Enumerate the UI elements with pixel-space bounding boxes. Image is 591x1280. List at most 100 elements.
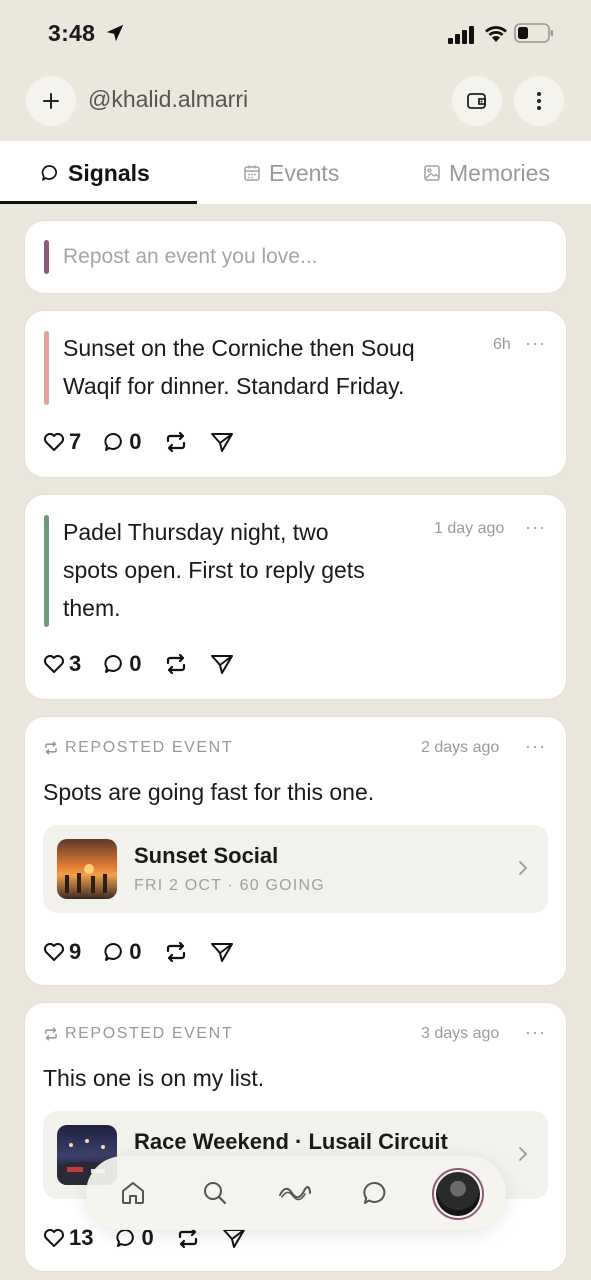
- tab-events[interactable]: Events: [243, 141, 339, 205]
- like-button[interactable]: 7: [43, 429, 81, 455]
- avatar: [436, 1172, 480, 1216]
- nav-signals[interactable]: [278, 1176, 312, 1210]
- status-time: 3:48: [48, 20, 96, 46]
- repost-caption: Spots are going fast for this one.: [43, 779, 375, 805]
- post-accent-bar: [44, 515, 49, 627]
- repost-icon: [166, 653, 185, 675]
- comment-icon: [104, 655, 123, 673]
- profile-header: @khalid.almarri: [0, 72, 591, 132]
- add-button[interactable]: [26, 76, 76, 126]
- repost-small-icon: [45, 741, 57, 755]
- bottom-navigation: [86, 1156, 506, 1230]
- post-accent-bar: [44, 331, 49, 405]
- repost-button[interactable]: [164, 941, 188, 963]
- wallet-button[interactable]: [452, 76, 502, 126]
- heart-icon: [44, 433, 64, 451]
- post-actions: 3 0: [43, 651, 256, 677]
- chevron-right-icon: [519, 1147, 528, 1161]
- send-icon: [210, 433, 233, 452]
- like-count: 9: [69, 939, 82, 964]
- post-timestamp: 6h: [493, 336, 511, 353]
- post-more-button[interactable]: ···: [525, 736, 546, 757]
- repost-label: REPOSTED EVENT: [43, 1025, 233, 1043]
- wave-icon: [279, 1186, 311, 1201]
- signal-post: Sunset on the Corniche then Souq Waqif f…: [24, 310, 567, 478]
- nav-messages[interactable]: [358, 1176, 392, 1210]
- tab-label: Memories: [449, 159, 550, 186]
- post-actions: 9 0: [43, 939, 256, 965]
- share-button[interactable]: [210, 431, 234, 453]
- image-icon: [424, 165, 440, 181]
- event-title: Sunset Social: [134, 843, 279, 868]
- location-arrow-icon: [106, 24, 124, 42]
- chevron-right-icon: [519, 861, 528, 875]
- profile-tabs: Signals Events Memories: [0, 141, 591, 205]
- post-timestamp: 1 day ago: [434, 520, 505, 537]
- username-handle: @khalid.almarri: [88, 86, 249, 112]
- post-text: Sunset on the Corniche then Souq Waqif f…: [63, 335, 415, 399]
- search-icon: [204, 1182, 227, 1205]
- comment-count: 0: [129, 651, 142, 676]
- like-button[interactable]: 9: [43, 939, 81, 965]
- like-button[interactable]: 13: [43, 1225, 93, 1251]
- like-button[interactable]: 3: [43, 651, 81, 677]
- nav-search[interactable]: [198, 1176, 232, 1210]
- signal-post: Padel Thursday night, two spots open. Fi…: [24, 494, 567, 700]
- reposted-event-card: REPOSTED EVENT 2 days ago ··· Spots are …: [24, 716, 567, 986]
- wifi-icon: [485, 26, 507, 42]
- repost-icon: [166, 431, 185, 453]
- event-title: Race Weekend · Lusail Circuit: [134, 1129, 448, 1154]
- post-timestamp: 3 days ago: [421, 1025, 500, 1042]
- comment-button[interactable]: 0: [103, 429, 142, 455]
- comment-icon: [104, 943, 123, 961]
- chat-icon: [363, 1182, 386, 1204]
- repost-icon: [166, 941, 185, 963]
- vertical-dots-icon: [537, 92, 541, 110]
- repost-button[interactable]: [164, 653, 188, 675]
- post-more-button[interactable]: ···: [525, 1022, 546, 1043]
- comment-icon: [116, 1229, 135, 1247]
- repost-label: REPOSTED EVENT: [43, 739, 233, 757]
- event-preview[interactable]: Sunset Social FRI 2 OCT · 60 GOING: [43, 825, 548, 913]
- wallet-icon: [467, 93, 486, 109]
- share-button[interactable]: [210, 941, 234, 963]
- home-icon: [122, 1182, 144, 1204]
- heart-icon: [44, 655, 64, 673]
- tab-signals[interactable]: Signals: [40, 141, 150, 205]
- post-more-button[interactable]: ···: [525, 517, 546, 538]
- repost-button[interactable]: [176, 1227, 200, 1249]
- heart-icon: [44, 1229, 64, 1247]
- share-button[interactable]: [210, 653, 234, 675]
- reposted-event-card: REPOSTED EVENT 3 days ago ··· This one i…: [24, 1002, 567, 1272]
- repost-small-icon: [45, 1027, 57, 1041]
- comment-button[interactable]: 0: [103, 651, 142, 677]
- speech-bubble-icon: [41, 165, 57, 181]
- repost-composer[interactable]: Repost an event you love...: [24, 220, 567, 294]
- plus-icon: [43, 93, 59, 109]
- send-icon: [210, 655, 233, 674]
- calendar-icon: [244, 165, 260, 181]
- tab-label: Signals: [68, 159, 150, 186]
- status-bar: 3:48: [0, 0, 591, 66]
- tab-memories[interactable]: Memories: [423, 141, 550, 205]
- comment-button[interactable]: 0: [103, 939, 142, 965]
- post-actions: 7 0: [43, 429, 256, 455]
- event-details: FRI 2 OCT · 60 GOING: [134, 877, 325, 894]
- repost-caption: This one is on my list.: [43, 1065, 265, 1091]
- share-button[interactable]: [222, 1227, 246, 1249]
- tab-label: Events: [269, 159, 340, 186]
- heart-icon: [44, 943, 64, 961]
- repost-icon: [178, 1227, 197, 1249]
- more-options-button[interactable]: [514, 76, 564, 126]
- repost-button[interactable]: [164, 431, 188, 453]
- cellular-signal-icon: [448, 26, 474, 44]
- composer-accent-bar: [44, 240, 49, 274]
- post-text: Padel Thursday night, two spots open. Fi…: [63, 519, 365, 621]
- post-more-button[interactable]: ···: [525, 333, 546, 354]
- nav-profile-avatar[interactable]: [432, 1168, 484, 1220]
- composer-placeholder: Repost an event you love...: [63, 245, 318, 268]
- post-timestamp: 2 days ago: [421, 739, 500, 756]
- nav-home[interactable]: [116, 1176, 150, 1210]
- comment-count: 0: [129, 939, 142, 964]
- like-count: 7: [69, 429, 82, 454]
